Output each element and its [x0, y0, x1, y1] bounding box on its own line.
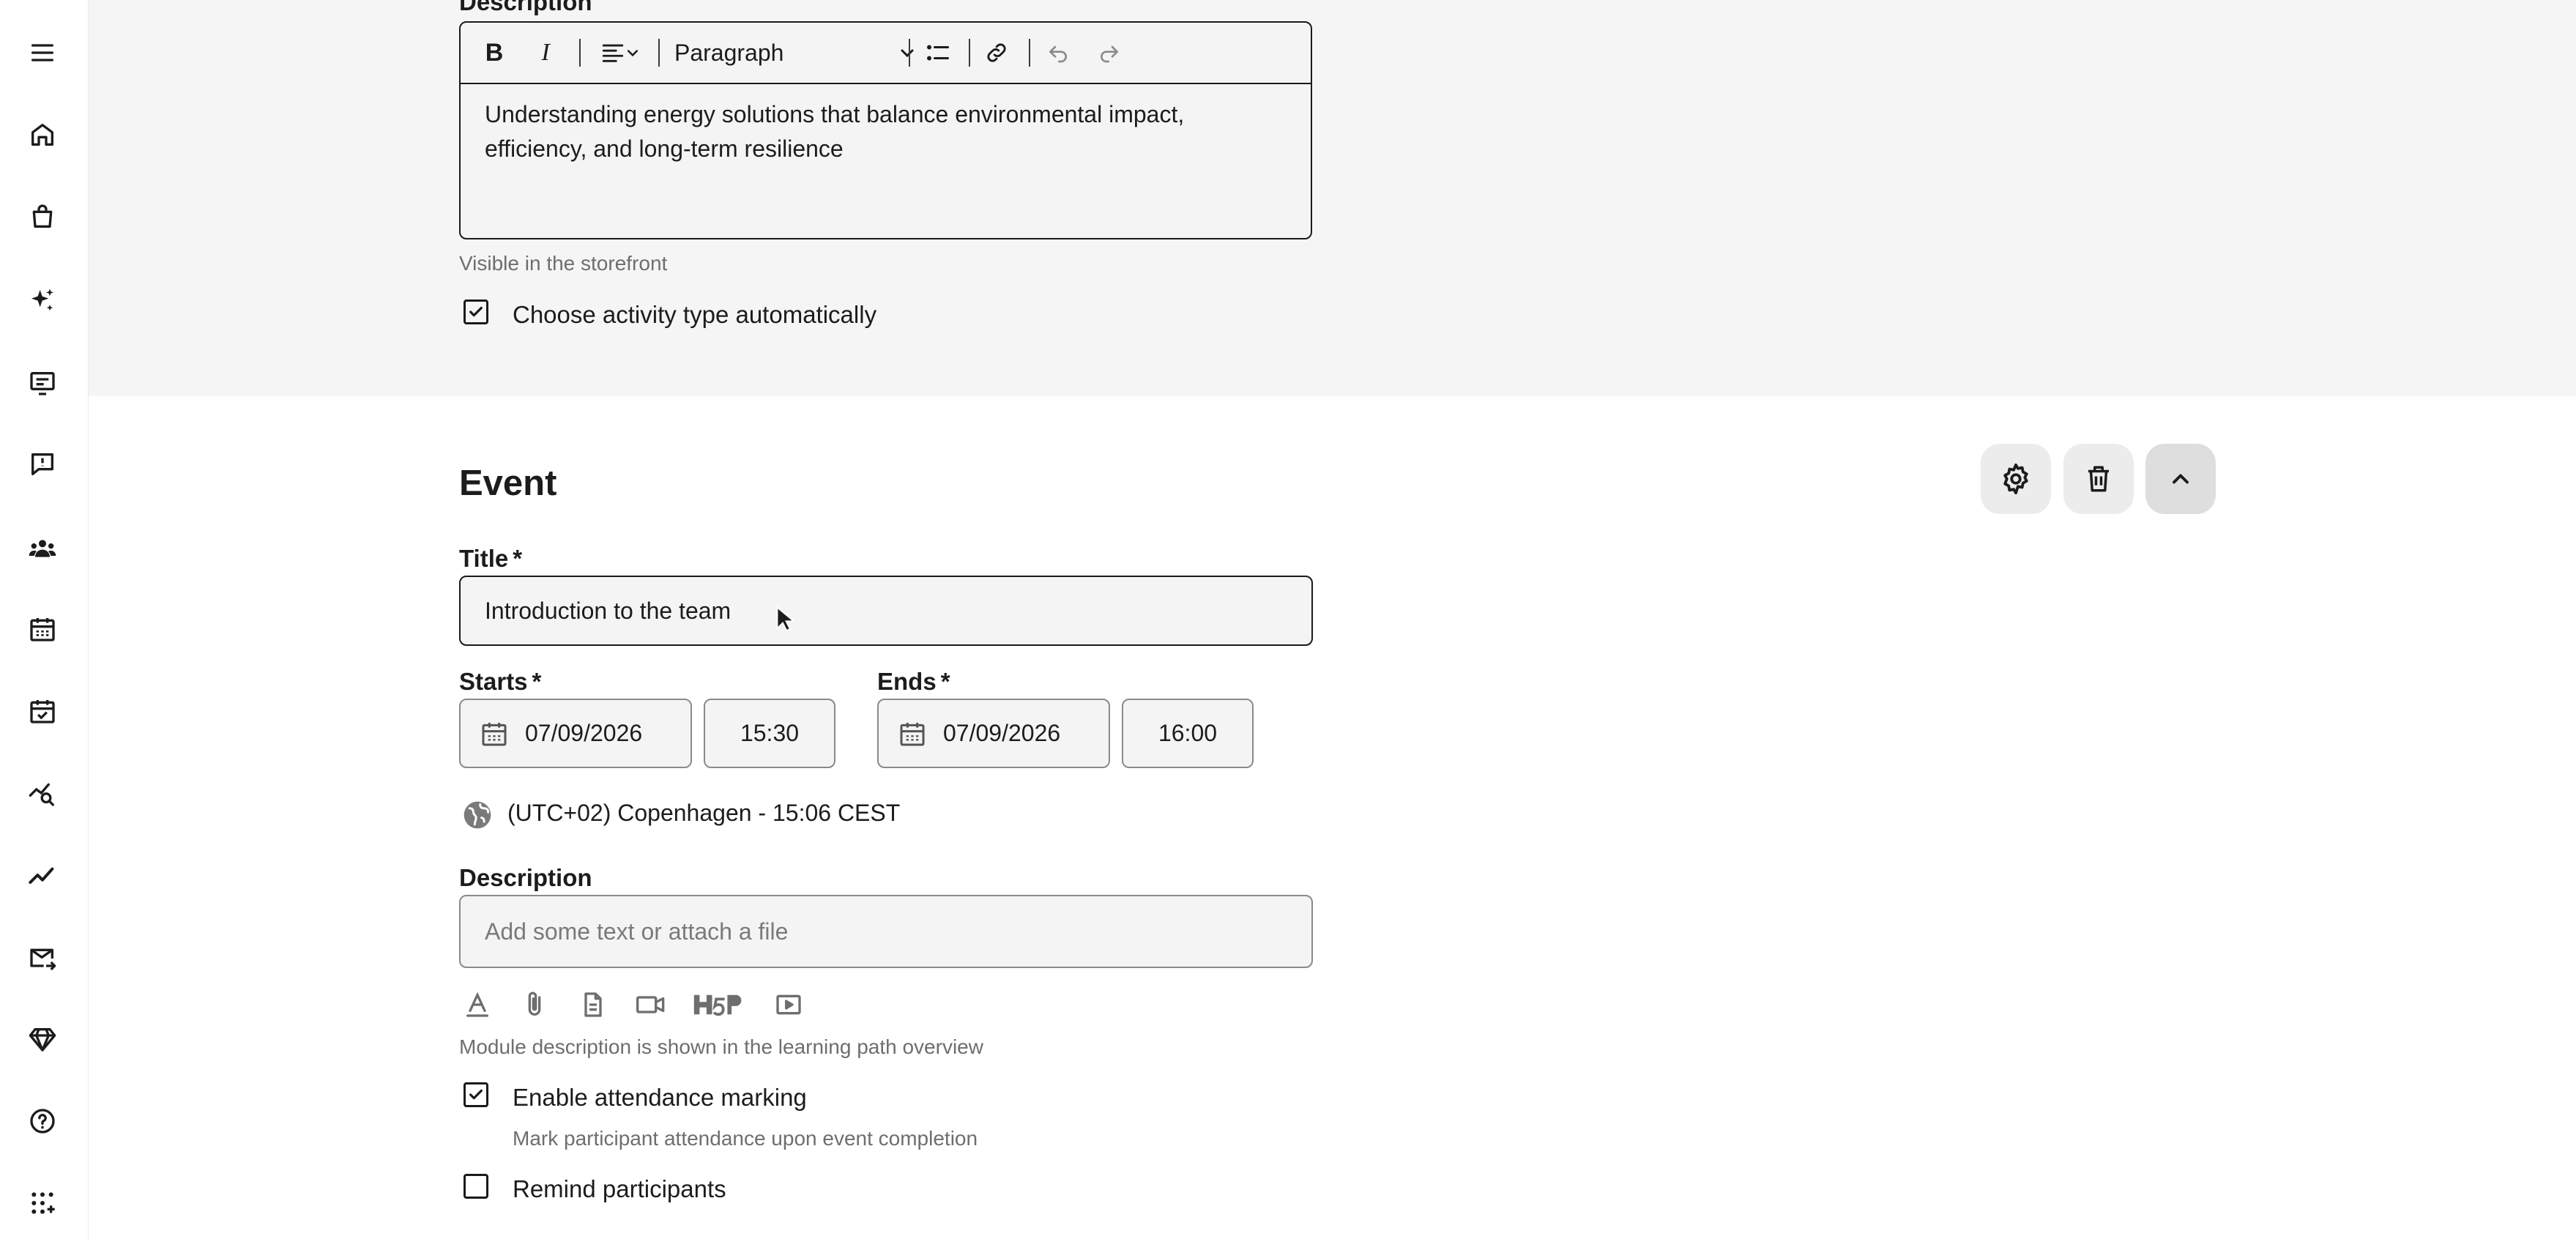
ends-time-value: 16:00	[1158, 720, 1218, 746]
trend-line-icon[interactable]	[22, 855, 63, 896]
h5p-button[interactable]	[691, 989, 747, 1021]
event-description-input[interactable]: Add some text or attach a file	[459, 895, 1313, 968]
trash-icon	[2088, 466, 2109, 492]
presentation-icon[interactable]	[22, 362, 63, 403]
bulleted-list-button[interactable]	[922, 37, 954, 68]
calendar-icon[interactable]	[22, 609, 63, 650]
paperclip-icon	[528, 991, 541, 1016]
block-format-value: Paragraph	[674, 39, 784, 66]
toolbar-divider	[658, 39, 660, 67]
ends-date-value: 07/09/2026	[943, 720, 1061, 746]
mail-send-icon[interactable]	[22, 938, 63, 979]
menu-icon[interactable]	[22, 32, 63, 73]
align-left-icon	[602, 44, 624, 62]
rich-text-editor[interactable]: B I Paragraph Understanding energy solut…	[459, 21, 1312, 239]
calendar-check-icon[interactable]	[22, 691, 63, 732]
shopping-bag-icon[interactable]	[22, 196, 63, 237]
delete-button[interactable]	[2063, 444, 2134, 514]
toolbar-divider	[909, 39, 910, 67]
italic-button[interactable]: I	[529, 37, 562, 68]
starts-label: Starts *	[459, 668, 542, 695]
starts-time-input[interactable]: 15:30	[704, 699, 835, 768]
event-description-hint: Module description is shown in the learn…	[459, 1035, 983, 1058]
timezone-selector[interactable]: (UTC+02) Copenhagen - 15:06 CEST	[507, 800, 900, 827]
calendar-icon	[900, 722, 925, 745]
redo-button[interactable]	[1093, 37, 1125, 68]
attach-file-button[interactable]	[520, 989, 549, 1021]
play-box-icon	[776, 994, 801, 1015]
remind-participants-checkbox[interactable]	[464, 1174, 488, 1199]
chevron-up-icon	[2173, 474, 2189, 484]
bold-button[interactable]: B	[478, 37, 510, 68]
event-description-placeholder: Add some text or attach a file	[485, 918, 789, 945]
users-icon[interactable]	[22, 528, 63, 569]
event-heading: Event	[459, 464, 557, 503]
attendance-checkbox[interactable]	[464, 1082, 488, 1107]
text-format-icon	[466, 991, 488, 1017]
ends-date-input[interactable]: 07/09/2026	[877, 699, 1110, 768]
text-format-button[interactable]	[463, 989, 492, 1021]
link-icon	[987, 43, 1006, 62]
title-input[interactable]: Introduction to the team	[459, 576, 1313, 646]
auto-activity-type-checkbox[interactable]	[464, 299, 488, 324]
embed-media-button[interactable]	[773, 989, 804, 1021]
align-dropdown[interactable]	[591, 37, 649, 68]
starts-date-input[interactable]: 07/09/2026	[459, 699, 692, 768]
event-description-label: Description	[459, 864, 592, 891]
editor-toolbar: B I Paragraph	[461, 23, 1311, 84]
title-input-value: Introduction to the team	[485, 597, 732, 624]
undo-button[interactable]	[1042, 37, 1074, 68]
toolbar-divider	[969, 39, 970, 67]
video-button[interactable]	[634, 989, 668, 1021]
collapse-button[interactable]	[2145, 444, 2216, 514]
block-format-select[interactable]: Paragraph	[674, 37, 916, 68]
bulleted-list-icon	[927, 45, 949, 61]
starts-date-value: 07/09/2026	[525, 720, 643, 746]
diamond-icon[interactable]	[22, 1019, 63, 1060]
help-icon[interactable]	[22, 1101, 63, 1142]
sidebar	[0, 0, 89, 1239]
ends-label: Ends *	[877, 668, 950, 695]
starts-time-value: 15:30	[740, 720, 800, 746]
mouse-cursor-icon	[776, 606, 794, 632]
analytics-search-icon[interactable]	[22, 773, 63, 814]
document-icon	[584, 992, 602, 1017]
sparkles-icon[interactable]	[22, 280, 63, 321]
h5p-icon	[693, 994, 742, 1016]
title-label: Title *	[459, 545, 523, 572]
redo-icon	[1101, 45, 1118, 63]
home-icon[interactable]	[22, 114, 63, 155]
chevron-down-icon	[901, 49, 914, 58]
apps-grid-icon[interactable]	[22, 1183, 63, 1224]
attendance-label: Enable attendance marking	[513, 1084, 807, 1111]
undo-icon	[1049, 45, 1067, 63]
remind-participants-label: Remind participants	[513, 1175, 726, 1202]
description-hint: Visible in the storefront	[459, 252, 668, 275]
globe-icon	[464, 801, 491, 829]
calendar-icon	[482, 722, 507, 745]
video-camera-icon	[636, 996, 665, 1013]
checkmark-icon	[469, 1089, 483, 1100]
toolbar-divider	[1029, 39, 1030, 67]
ends-time-input[interactable]: 16:00	[1122, 699, 1254, 768]
editor-content[interactable]: Understanding energy solutions that bala…	[485, 97, 1276, 166]
auto-activity-type-label: Choose activity type automatically	[513, 301, 877, 328]
settings-button[interactable]	[1981, 444, 2051, 514]
description-label: Description	[459, 0, 592, 15]
document-button[interactable]	[578, 989, 608, 1021]
chevron-down-icon	[627, 50, 639, 57]
toolbar-divider	[579, 39, 581, 67]
gear-icon	[2003, 463, 2028, 495]
attendance-hint: Mark participant attendance upon event c…	[513, 1127, 978, 1150]
feedback-icon[interactable]	[22, 444, 63, 485]
checkmark-icon	[469, 306, 483, 317]
link-button[interactable]	[980, 37, 1013, 68]
